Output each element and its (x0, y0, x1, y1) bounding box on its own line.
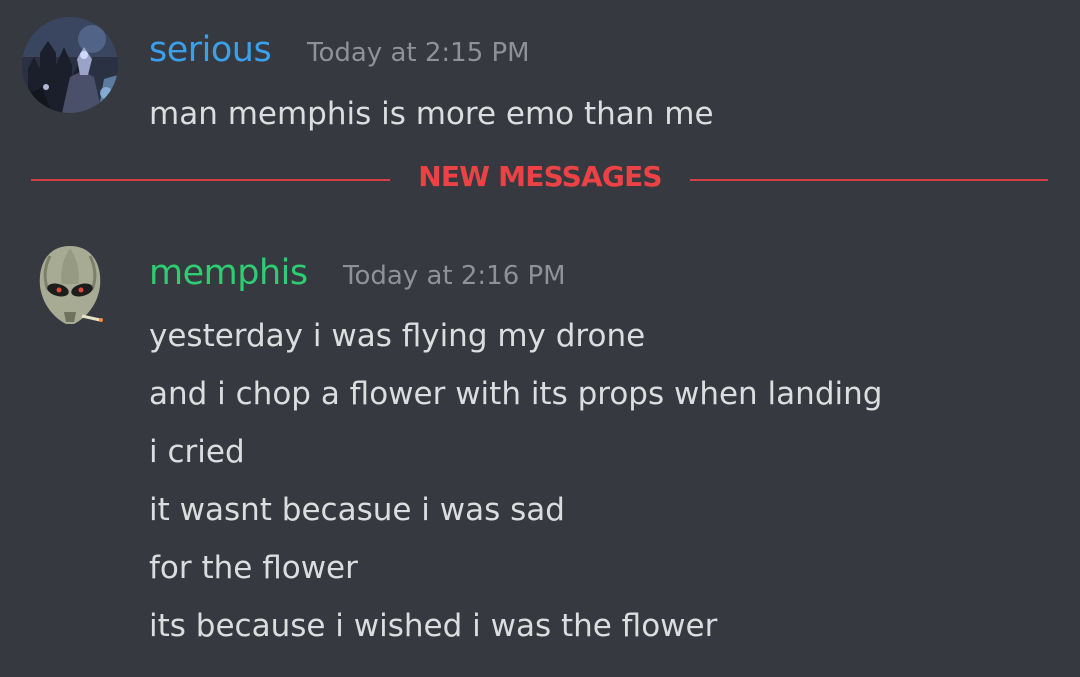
message-text: and i chop a flower with its props when … (149, 376, 883, 412)
message-text: man memphis is more emo than me (149, 96, 714, 132)
avatar[interactable] (22, 17, 118, 113)
dark-fantasy-castle-avatar (22, 17, 118, 113)
message-text: for the flower (149, 550, 358, 586)
new-messages-divider-line (690, 179, 1048, 181)
message-text: it wasnt becasue i was sad (149, 492, 565, 528)
username-memphis[interactable]: memphis (149, 253, 308, 293)
new-messages-divider-line (31, 179, 390, 181)
alien-mask-avatar (22, 240, 118, 336)
username-serious[interactable]: serious (149, 30, 272, 70)
message-text: i cried (149, 434, 245, 470)
chat-messages: serious Today at 2:15 PM man memphis is … (0, 0, 1080, 677)
message-text: yesterday i was flying my drone (149, 318, 646, 354)
avatar[interactable] (22, 240, 118, 336)
message-text: its because i wished i was the flower (149, 608, 718, 644)
message-timestamp: Today at 2:15 PM (307, 38, 530, 68)
new-messages-divider: NEW MESSAGES (418, 160, 662, 193)
message-timestamp: Today at 2:16 PM (343, 261, 566, 291)
